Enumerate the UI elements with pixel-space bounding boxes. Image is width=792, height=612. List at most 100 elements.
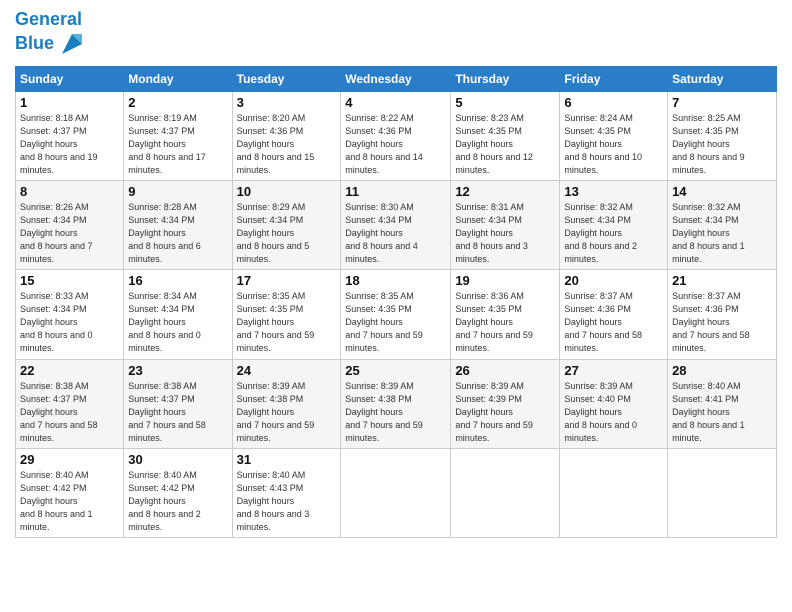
logo-icon <box>58 30 86 58</box>
day-info: Sunrise: 8:34 AM Sunset: 4:34 PM Dayligh… <box>128 290 227 355</box>
day-info: Sunrise: 8:28 AM Sunset: 4:34 PM Dayligh… <box>128 201 227 266</box>
calendar-cell: 19 Sunrise: 8:36 AM Sunset: 4:35 PM Dayl… <box>451 270 560 359</box>
calendar-cell: 6 Sunrise: 8:24 AM Sunset: 4:35 PM Dayli… <box>560 91 668 180</box>
calendar-cell: 5 Sunrise: 8:23 AM Sunset: 4:35 PM Dayli… <box>451 91 560 180</box>
day-number: 15 <box>20 273 119 288</box>
calendar-cell: 17 Sunrise: 8:35 AM Sunset: 4:35 PM Dayl… <box>232 270 341 359</box>
day-info: Sunrise: 8:32 AM Sunset: 4:34 PM Dayligh… <box>672 201 772 266</box>
day-number: 16 <box>128 273 227 288</box>
calendar-cell: 25 Sunrise: 8:39 AM Sunset: 4:38 PM Dayl… <box>341 359 451 448</box>
day-info: Sunrise: 8:35 AM Sunset: 4:35 PM Dayligh… <box>237 290 337 355</box>
day-number: 30 <box>128 452 227 467</box>
day-number: 26 <box>455 363 555 378</box>
day-number: 9 <box>128 184 227 199</box>
day-info: Sunrise: 8:26 AM Sunset: 4:34 PM Dayligh… <box>20 201 119 266</box>
day-number: 14 <box>672 184 772 199</box>
day-info: Sunrise: 8:40 AM Sunset: 4:43 PM Dayligh… <box>237 469 337 534</box>
calendar-cell: 9 Sunrise: 8:28 AM Sunset: 4:34 PM Dayli… <box>124 181 232 270</box>
logo-text: General <box>15 10 86 30</box>
logo: General Blue <box>15 10 86 58</box>
day-number: 31 <box>237 452 337 467</box>
calendar-cell: 10 Sunrise: 8:29 AM Sunset: 4:34 PM Dayl… <box>232 181 341 270</box>
day-number: 12 <box>455 184 555 199</box>
calendar-cell: 30 Sunrise: 8:40 AM Sunset: 4:42 PM Dayl… <box>124 448 232 537</box>
day-info: Sunrise: 8:37 AM Sunset: 4:36 PM Dayligh… <box>672 290 772 355</box>
day-number: 20 <box>564 273 663 288</box>
day-of-week-header: Sunday <box>16 66 124 91</box>
day-number: 10 <box>237 184 337 199</box>
day-info: Sunrise: 8:25 AM Sunset: 4:35 PM Dayligh… <box>672 112 772 177</box>
day-number: 2 <box>128 95 227 110</box>
day-info: Sunrise: 8:22 AM Sunset: 4:36 PM Dayligh… <box>345 112 446 177</box>
day-number: 7 <box>672 95 772 110</box>
day-number: 18 <box>345 273 446 288</box>
calendar-cell <box>668 448 777 537</box>
day-number: 5 <box>455 95 555 110</box>
calendar-cell: 27 Sunrise: 8:39 AM Sunset: 4:40 PM Dayl… <box>560 359 668 448</box>
day-number: 8 <box>20 184 119 199</box>
calendar-cell <box>560 448 668 537</box>
day-number: 29 <box>20 452 119 467</box>
day-number: 19 <box>455 273 555 288</box>
calendar-cell: 12 Sunrise: 8:31 AM Sunset: 4:34 PM Dayl… <box>451 181 560 270</box>
day-info: Sunrise: 8:24 AM Sunset: 4:35 PM Dayligh… <box>564 112 663 177</box>
day-number: 28 <box>672 363 772 378</box>
calendar-cell: 31 Sunrise: 8:40 AM Sunset: 4:43 PM Dayl… <box>232 448 341 537</box>
day-of-week-header: Tuesday <box>232 66 341 91</box>
day-info: Sunrise: 8:36 AM Sunset: 4:35 PM Dayligh… <box>455 290 555 355</box>
day-info: Sunrise: 8:18 AM Sunset: 4:37 PM Dayligh… <box>20 112 119 177</box>
day-info: Sunrise: 8:40 AM Sunset: 4:42 PM Dayligh… <box>128 469 227 534</box>
day-number: 22 <box>20 363 119 378</box>
day-number: 11 <box>345 184 446 199</box>
day-number: 1 <box>20 95 119 110</box>
calendar-cell: 28 Sunrise: 8:40 AM Sunset: 4:41 PM Dayl… <box>668 359 777 448</box>
calendar-cell: 26 Sunrise: 8:39 AM Sunset: 4:39 PM Dayl… <box>451 359 560 448</box>
header: General Blue <box>15 10 777 58</box>
day-info: Sunrise: 8:33 AM Sunset: 4:34 PM Dayligh… <box>20 290 119 355</box>
day-number: 25 <box>345 363 446 378</box>
day-info: Sunrise: 8:23 AM Sunset: 4:35 PM Dayligh… <box>455 112 555 177</box>
day-of-week-header: Wednesday <box>341 66 451 91</box>
calendar-table: SundayMondayTuesdayWednesdayThursdayFrid… <box>15 66 777 538</box>
day-info: Sunrise: 8:32 AM Sunset: 4:34 PM Dayligh… <box>564 201 663 266</box>
day-info: Sunrise: 8:30 AM Sunset: 4:34 PM Dayligh… <box>345 201 446 266</box>
day-of-week-header: Saturday <box>668 66 777 91</box>
calendar-cell: 13 Sunrise: 8:32 AM Sunset: 4:34 PM Dayl… <box>560 181 668 270</box>
day-info: Sunrise: 8:38 AM Sunset: 4:37 PM Dayligh… <box>20 380 119 445</box>
calendar-cell: 7 Sunrise: 8:25 AM Sunset: 4:35 PM Dayli… <box>668 91 777 180</box>
day-info: Sunrise: 8:35 AM Sunset: 4:35 PM Dayligh… <box>345 290 446 355</box>
day-info: Sunrise: 8:31 AM Sunset: 4:34 PM Dayligh… <box>455 201 555 266</box>
day-of-week-header: Thursday <box>451 66 560 91</box>
day-of-week-header: Friday <box>560 66 668 91</box>
calendar-cell: 29 Sunrise: 8:40 AM Sunset: 4:42 PM Dayl… <box>16 448 124 537</box>
day-number: 13 <box>564 184 663 199</box>
calendar-cell: 23 Sunrise: 8:38 AM Sunset: 4:37 PM Dayl… <box>124 359 232 448</box>
day-info: Sunrise: 8:40 AM Sunset: 4:42 PM Dayligh… <box>20 469 119 534</box>
calendar-cell: 14 Sunrise: 8:32 AM Sunset: 4:34 PM Dayl… <box>668 181 777 270</box>
day-info: Sunrise: 8:40 AM Sunset: 4:41 PM Dayligh… <box>672 380 772 445</box>
calendar-cell: 18 Sunrise: 8:35 AM Sunset: 4:35 PM Dayl… <box>341 270 451 359</box>
day-info: Sunrise: 8:39 AM Sunset: 4:39 PM Dayligh… <box>455 380 555 445</box>
calendar-cell: 2 Sunrise: 8:19 AM Sunset: 4:37 PM Dayli… <box>124 91 232 180</box>
day-number: 6 <box>564 95 663 110</box>
calendar-cell <box>341 448 451 537</box>
calendar-cell: 4 Sunrise: 8:22 AM Sunset: 4:36 PM Dayli… <box>341 91 451 180</box>
day-number: 3 <box>237 95 337 110</box>
calendar-cell: 3 Sunrise: 8:20 AM Sunset: 4:36 PM Dayli… <box>232 91 341 180</box>
calendar-cell: 1 Sunrise: 8:18 AM Sunset: 4:37 PM Dayli… <box>16 91 124 180</box>
calendar-cell: 16 Sunrise: 8:34 AM Sunset: 4:34 PM Dayl… <box>124 270 232 359</box>
calendar-cell: 8 Sunrise: 8:26 AM Sunset: 4:34 PM Dayli… <box>16 181 124 270</box>
day-info: Sunrise: 8:19 AM Sunset: 4:37 PM Dayligh… <box>128 112 227 177</box>
day-number: 24 <box>237 363 337 378</box>
calendar-cell: 20 Sunrise: 8:37 AM Sunset: 4:36 PM Dayl… <box>560 270 668 359</box>
day-info: Sunrise: 8:20 AM Sunset: 4:36 PM Dayligh… <box>237 112 337 177</box>
day-number: 21 <box>672 273 772 288</box>
day-number: 27 <box>564 363 663 378</box>
calendar-cell: 21 Sunrise: 8:37 AM Sunset: 4:36 PM Dayl… <box>668 270 777 359</box>
page: General Blue SundayMondayTuesdayWednesda… <box>0 0 792 612</box>
day-info: Sunrise: 8:37 AM Sunset: 4:36 PM Dayligh… <box>564 290 663 355</box>
calendar-cell <box>451 448 560 537</box>
day-info: Sunrise: 8:39 AM Sunset: 4:38 PM Dayligh… <box>345 380 446 445</box>
day-info: Sunrise: 8:39 AM Sunset: 4:40 PM Dayligh… <box>564 380 663 445</box>
logo-blue: Blue <box>15 34 54 54</box>
